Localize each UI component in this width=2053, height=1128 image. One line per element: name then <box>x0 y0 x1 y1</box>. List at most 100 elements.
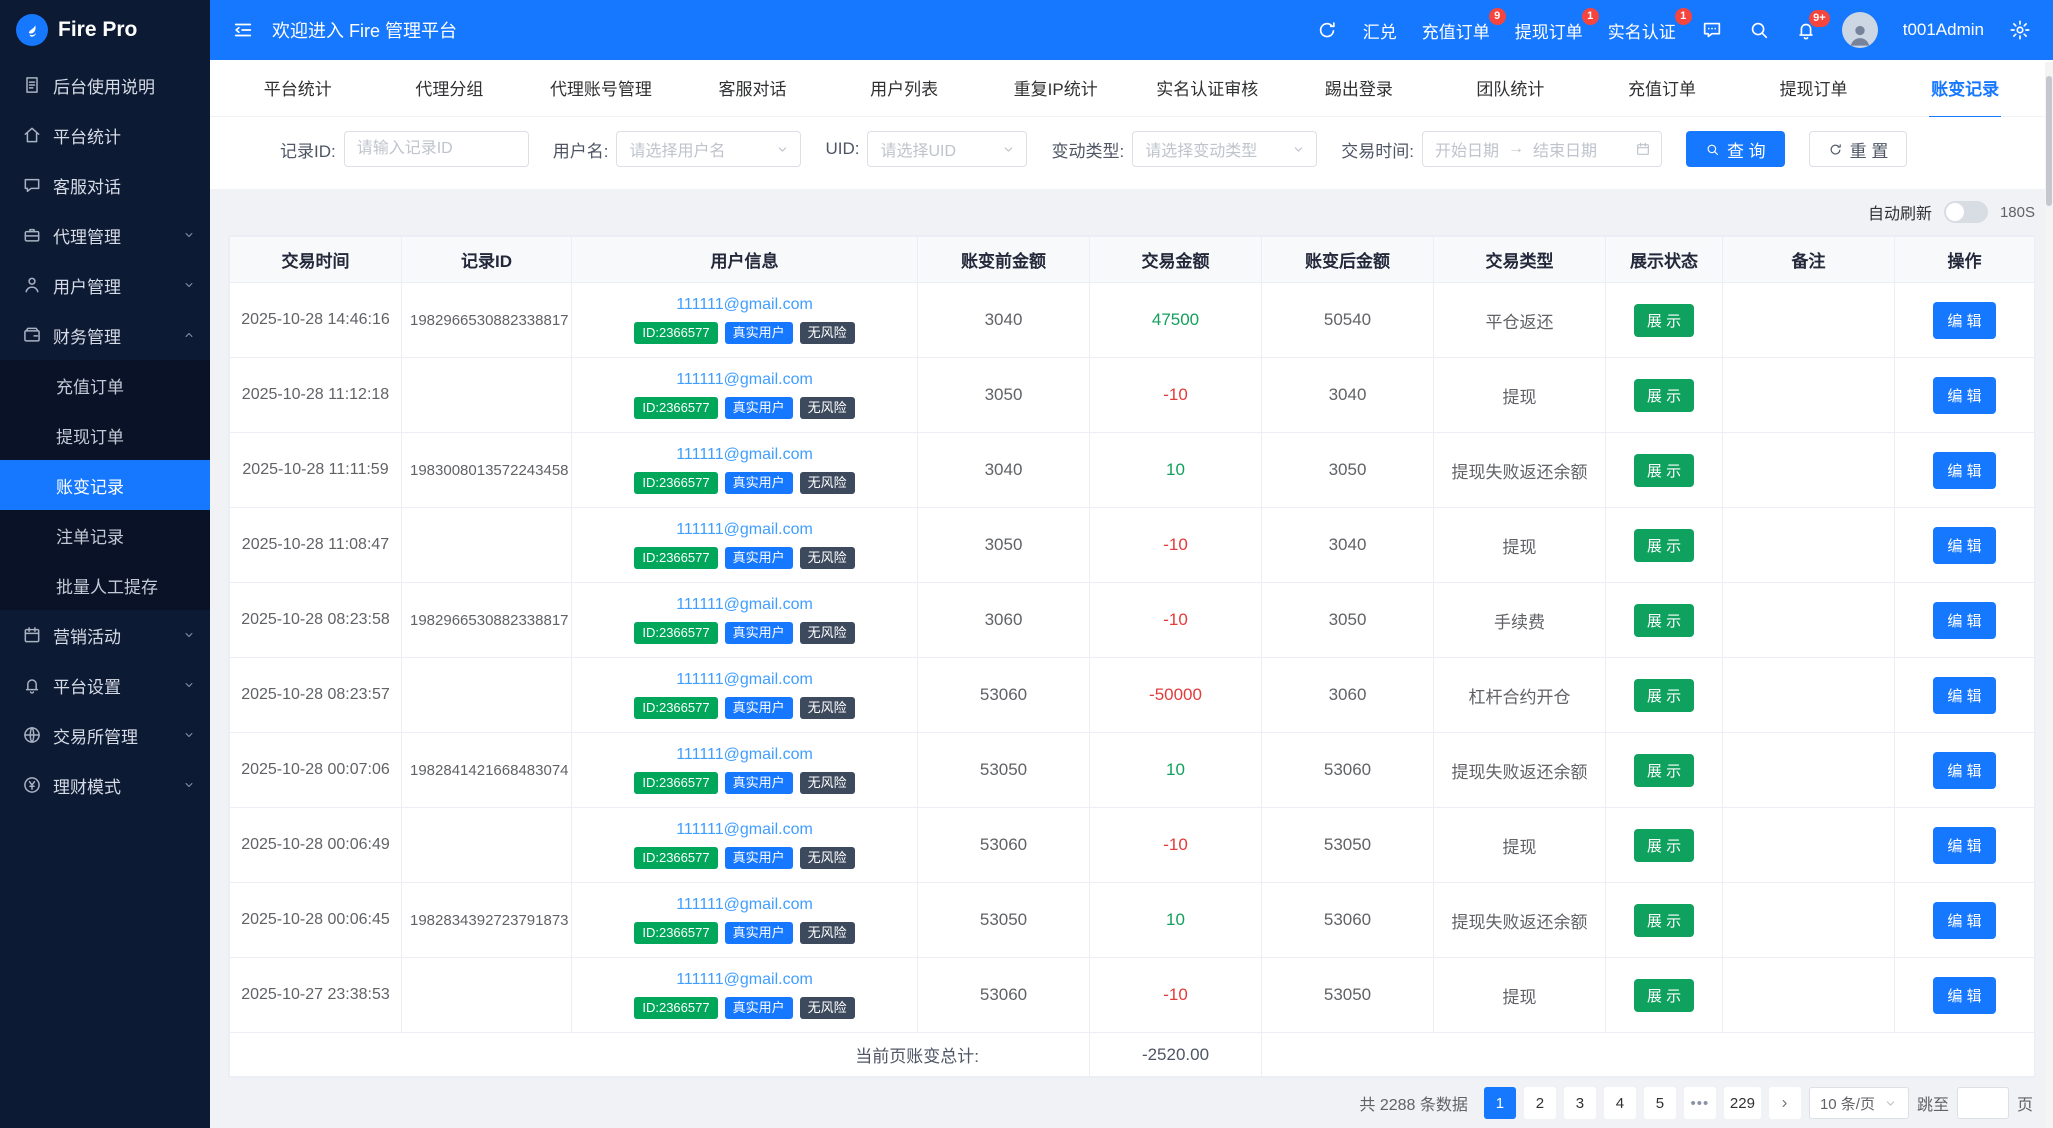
tab[interactable]: 实名认证审核 <box>1131 60 1283 116</box>
user-badges: ID:2366577真实用户无风险 <box>634 697 854 719</box>
tab[interactable]: 代理分组 <box>374 60 526 116</box>
page-button[interactable]: 2 <box>1524 1087 1556 1119</box>
collapse-menu-icon[interactable] <box>232 19 254 41</box>
page-button[interactable]: 4 <box>1604 1087 1636 1119</box>
user-email-link[interactable]: 111111@gmail.com <box>676 296 813 314</box>
sidebar-item[interactable]: 交易所管理 <box>0 710 210 760</box>
edit-button[interactable]: 编 辑 <box>1933 677 1995 714</box>
scrollbar-thumb[interactable] <box>2046 76 2052 206</box>
user-email-link[interactable]: 111111@gmail.com <box>676 521 813 539</box>
cell-user-info: 111111@gmail.comID:2366577真实用户无风险 <box>572 583 918 658</box>
user-email-link[interactable]: 111111@gmail.com <box>676 596 813 614</box>
search-icon[interactable] <box>1748 19 1770 41</box>
sidebar-item[interactable]: 平台统计 <box>0 110 210 160</box>
header-quick-link[interactable]: 提现订单1 <box>1515 18 1583 43</box>
sidebar-item[interactable]: 营销活动 <box>0 610 210 660</box>
reset-button[interactable]: 重 置 <box>1809 131 1908 167</box>
sidebar-item[interactable]: 后台使用说明 <box>0 60 210 110</box>
date-end-placeholder: 结束日期 <box>1533 137 1597 161</box>
cell-user-info: 111111@gmail.comID:2366577真实用户无风险 <box>572 508 918 583</box>
sidebar-subitem[interactable]: 充值订单 <box>0 360 210 410</box>
sidebar-item[interactable]: 理财模式 <box>0 760 210 810</box>
sidebar-subitem[interactable]: 批量人工提存 <box>0 560 210 610</box>
doc-icon <box>22 75 42 95</box>
tab[interactable]: 充值订单 <box>1586 60 1738 116</box>
user-real-badge: 真实用户 <box>725 547 793 569</box>
user-email-link[interactable]: 111111@gmail.com <box>676 896 813 914</box>
header-quick-link[interactable]: 汇兑 <box>1363 18 1397 43</box>
tab[interactable]: 用户列表 <box>828 60 980 116</box>
cell-remark <box>1723 958 1895 1033</box>
username[interactable]: t001Admin <box>1903 20 1984 40</box>
trade-time-range-picker[interactable]: 开始日期 → 结束日期 <box>1422 131 1662 167</box>
page-button[interactable]: 1 <box>1484 1087 1516 1119</box>
user-email-link[interactable]: 111111@gmail.com <box>676 746 813 764</box>
user-email-link[interactable]: 111111@gmail.com <box>676 821 813 839</box>
tab[interactable]: 客服对话 <box>677 60 829 116</box>
user-email-link[interactable]: 111111@gmail.com <box>676 371 813 389</box>
tab[interactable]: 重复IP统计 <box>980 60 1132 116</box>
auto-refresh-toggle[interactable] <box>1944 201 1988 223</box>
edit-button[interactable]: 编 辑 <box>1933 902 1995 939</box>
cell-user-info: 111111@gmail.com ID:2366577真实用户无风险 <box>572 658 918 733</box>
sidebar-subitem[interactable]: 提现订单 <box>0 410 210 460</box>
cell-before-amount: 3040 <box>918 433 1090 508</box>
settings-gear-icon[interactable] <box>2009 19 2031 41</box>
refresh-icon[interactable] <box>1316 19 1338 41</box>
sidebar-item[interactable]: 用户管理 <box>0 260 210 310</box>
avatar[interactable] <box>1842 12 1878 48</box>
jump-page-input[interactable] <box>1957 1087 2009 1119</box>
sidebar-item[interactable]: 代理管理 <box>0 210 210 260</box>
count-badge: 1 <box>1582 8 1599 25</box>
tab[interactable]: 提现订单 <box>1738 60 1890 116</box>
edit-button[interactable]: 编 辑 <box>1933 977 1995 1014</box>
page-total-value: -2520.00 <box>1090 1033 1262 1077</box>
page-total-empty <box>1262 1033 2035 1077</box>
user-email-link[interactable]: 111111@gmail.com <box>676 446 813 464</box>
page-button[interactable]: 3 <box>1564 1087 1596 1119</box>
edit-button[interactable]: 编 辑 <box>1933 602 1995 639</box>
tab[interactable]: 踢出登录 <box>1283 60 1435 116</box>
edit-button[interactable]: 编 辑 <box>1933 527 1995 564</box>
cell-actions: 编 辑 <box>1895 658 2035 733</box>
edit-button[interactable]: 编 辑 <box>1933 377 1995 414</box>
sidebar-subitem[interactable]: 注单记录 <box>0 510 210 560</box>
page-scrollbar[interactable] <box>2045 62 2053 1128</box>
notification-bell[interactable]: 9+ <box>1795 19 1817 41</box>
edit-button[interactable]: 编 辑 <box>1933 752 1995 789</box>
edit-button[interactable]: 编 辑 <box>1933 302 1995 339</box>
sidebar-item[interactable]: 财务管理 <box>0 310 210 360</box>
sidebar-subitem[interactable]: 账变记录 <box>0 460 210 510</box>
tab[interactable]: 账变记录 <box>1889 60 2041 116</box>
edit-button[interactable]: 编 辑 <box>1933 452 1995 489</box>
user-risk-badge: 无风险 <box>800 472 855 494</box>
page-size-select[interactable]: 10 条/页 <box>1809 1087 1909 1119</box>
user-email-link[interactable]: 111111@gmail.com <box>676 971 813 989</box>
filter-bar: 记录ID: 用户名: 请选择用户名 UID: 请选择UID 变动类型: <box>210 117 2053 189</box>
edit-button[interactable]: 编 辑 <box>1933 827 1995 864</box>
user-real-badge: 真实用户 <box>725 772 793 794</box>
topbar-right: 汇兑充值订单9 提现订单1 实名认证1 9+ t001Admin <box>1316 12 2031 48</box>
page-total-row: 当前页账变总计: -2520.00 <box>230 1033 2035 1077</box>
page-button[interactable]: 5 <box>1644 1087 1676 1119</box>
table-row: 2025-10-27 23:38:53111111@gmail.comID:23… <box>230 958 2035 1033</box>
pagination-ellipsis[interactable]: ••• <box>1684 1087 1716 1119</box>
header-quick-link[interactable]: 充值订单9 <box>1422 18 1490 43</box>
tab[interactable]: 平台统计 <box>222 60 374 116</box>
sidebar-item[interactable]: 平台设置 <box>0 660 210 710</box>
message-icon[interactable] <box>1701 19 1723 41</box>
tab[interactable]: 团队统计 <box>1435 60 1587 116</box>
uid-select[interactable]: 请选择UID <box>867 131 1027 167</box>
record-id-input[interactable] <box>344 131 529 167</box>
username-select[interactable]: 请选择用户名 <box>616 131 801 167</box>
user-email-link[interactable]: 111111@gmail.com <box>676 671 813 689</box>
change-type-select[interactable]: 请选择变动类型 <box>1132 131 1317 167</box>
cell-record-id: 1982966530882338817 <box>402 283 572 358</box>
search-button[interactable]: 查 询 <box>1686 131 1785 167</box>
sidebar-item[interactable]: 客服对话 <box>0 160 210 210</box>
header-quick-link[interactable]: 实名认证1 <box>1608 18 1676 43</box>
page-button-last[interactable]: 229 <box>1724 1087 1761 1119</box>
tab[interactable]: 代理账号管理 <box>525 60 677 116</box>
next-page-button[interactable] <box>1769 1087 1801 1119</box>
tab-label: 代理账号管理 <box>548 59 654 118</box>
